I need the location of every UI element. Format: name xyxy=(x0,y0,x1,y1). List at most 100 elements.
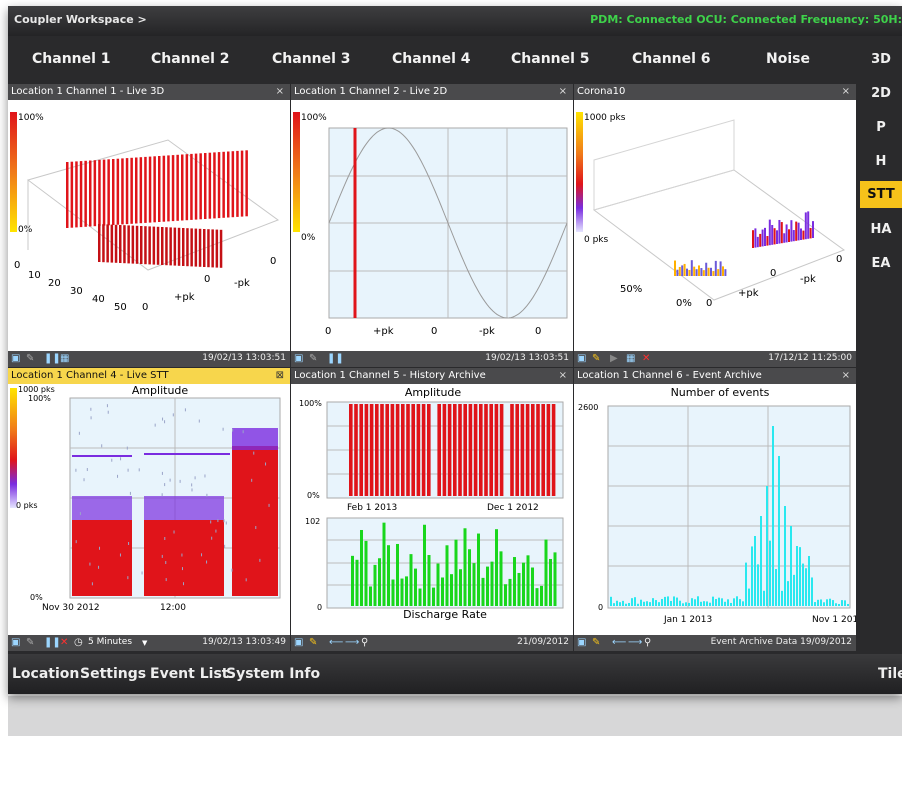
tab-channel-5[interactable]: Channel 5 xyxy=(511,51,590,67)
screen-icon[interactable]: ▣ xyxy=(577,638,588,648)
tab-channel-4[interactable]: Channel 4 xyxy=(392,51,471,67)
view-ha-button[interactable]: HA xyxy=(860,216,902,243)
stt-violet-band xyxy=(232,428,278,450)
event-bar xyxy=(664,596,666,606)
chart-title: Amplitude xyxy=(405,386,462,399)
arrow-left-icon[interactable]: ⟵ xyxy=(612,638,626,648)
zoom-icon[interactable]: ⚲ xyxy=(644,638,655,648)
discharge-bar xyxy=(553,552,557,606)
panel-header: Location 1 Channel 2 - Live 2D × xyxy=(291,84,573,100)
view-h-button[interactable]: H xyxy=(860,148,902,175)
tools-icon[interactable]: ✎ xyxy=(592,638,603,648)
screen-icon[interactable]: ▣ xyxy=(11,354,22,364)
menu-system-info[interactable]: System Info xyxy=(226,666,320,682)
stt-dot xyxy=(223,519,225,523)
x-end-label: Dec 1 2012 xyxy=(487,503,539,513)
view-2d-button[interactable]: 2D xyxy=(860,80,902,107)
pause-icon[interactable]: ❚❚ xyxy=(327,354,344,364)
event-bar xyxy=(637,603,639,606)
tab-noise[interactable]: Noise xyxy=(766,51,810,67)
grid-icon[interactable]: ▦ xyxy=(626,354,637,364)
tab-channel-3[interactable]: Channel 3 xyxy=(272,51,351,67)
screen-icon[interactable]: ▣ xyxy=(577,354,588,364)
screen-icon[interactable]: ▣ xyxy=(11,638,22,648)
discharge-bar xyxy=(450,574,453,606)
tab-channel-6[interactable]: Channel 6 xyxy=(632,51,711,67)
bar-3d xyxy=(106,224,109,263)
arrow-right-icon[interactable]: ⟶ xyxy=(628,638,642,648)
bar-3d xyxy=(245,150,248,217)
screen-icon[interactable]: ▣ xyxy=(294,638,305,648)
stt-dot xyxy=(245,578,247,582)
event-bar xyxy=(619,602,621,606)
bar-3d xyxy=(114,224,118,263)
chevron-down-icon[interactable]: ▼ xyxy=(142,639,147,647)
event-bar xyxy=(730,602,732,606)
event-bar xyxy=(832,600,834,606)
screen-icon[interactable]: ▣ xyxy=(294,354,305,364)
floor-label: +pk xyxy=(738,288,759,299)
workspace-breadcrumb[interactable]: Coupler Workspace > xyxy=(14,13,147,26)
grid-icon[interactable]: ▦ xyxy=(60,354,71,364)
arrow-right-icon[interactable]: ⟶ xyxy=(345,638,359,648)
time-window-dropdown[interactable]: 5 Minutes xyxy=(88,637,132,647)
panel-title: Location 1 Channel 2 - Live 2D xyxy=(294,86,448,97)
stt-dot xyxy=(173,530,175,534)
amplitude-bar xyxy=(380,404,384,496)
zoom-icon[interactable]: ⚲ xyxy=(361,638,372,648)
maximize-icon[interactable]: ⊠ xyxy=(276,368,284,384)
close-icon[interactable]: × xyxy=(559,84,567,100)
close-icon[interactable]: × xyxy=(559,368,567,384)
discharge-bar xyxy=(540,585,543,606)
tab-channel-2[interactable]: Channel 2 xyxy=(151,51,230,67)
menu-settings[interactable]: Settings xyxy=(80,666,146,682)
corona-bar xyxy=(795,221,798,241)
stt-violet-band xyxy=(72,496,132,520)
tab-channel-1[interactable]: Channel 1 xyxy=(32,51,111,67)
event-bar xyxy=(805,568,807,606)
menu-event-list[interactable]: Event List xyxy=(150,666,228,682)
close-icon[interactable]: × xyxy=(276,84,284,100)
bar-3d xyxy=(127,225,130,264)
event-bar xyxy=(724,601,726,606)
view-p-button[interactable]: P xyxy=(860,114,902,141)
stt-dot xyxy=(154,423,156,427)
corona-bar xyxy=(714,260,717,276)
delete-icon[interactable]: ✕ xyxy=(60,638,71,648)
arrow-left-icon[interactable]: ⟵ xyxy=(329,638,343,648)
event-bar xyxy=(613,603,615,606)
panel-live-2d: Location 1 Channel 2 - Live 2D × 100% 0% … xyxy=(291,84,573,367)
play-icon[interactable]: ▶ xyxy=(610,354,621,364)
event-bar xyxy=(673,596,675,606)
tools-icon[interactable]: ✎ xyxy=(26,638,37,648)
bar-3d xyxy=(215,229,219,268)
pause-icon[interactable]: ❚❚ xyxy=(44,354,61,364)
live-3d-plot: 100% 0% 0 10 20 30 40 50 0 +pk 0 -pk 0 xyxy=(10,112,280,313)
pause-icon[interactable]: ❚❚ xyxy=(44,638,61,648)
stt-dot xyxy=(86,468,88,472)
menu-tile[interactable]: Tile xyxy=(878,666,902,682)
bar-3d xyxy=(231,151,235,218)
event-bar xyxy=(829,598,831,606)
plot-area xyxy=(607,405,851,609)
tools-icon[interactable]: ✎ xyxy=(309,638,320,648)
view-stt-button[interactable]: STT xyxy=(860,181,902,208)
corona-bar xyxy=(707,267,710,276)
tools-icon[interactable]: ✎ xyxy=(592,354,603,364)
amplitude-bar xyxy=(551,404,556,496)
chart2-title: Discharge Rate xyxy=(403,608,487,621)
tools-icon[interactable]: ✎ xyxy=(26,354,37,364)
corona-bar xyxy=(804,212,807,240)
stt-dot xyxy=(183,582,185,586)
amplitude-bar xyxy=(437,404,441,496)
depth-tick: 0% xyxy=(676,298,692,309)
close-icon[interactable]: × xyxy=(842,84,850,100)
menu-location[interactable]: Location xyxy=(12,666,79,682)
delete-icon[interactable]: ✕ xyxy=(642,354,653,364)
stt-red-band xyxy=(232,446,278,596)
view-3d-button[interactable]: 3D xyxy=(860,46,902,73)
tools-icon[interactable]: ✎ xyxy=(309,354,320,364)
view-ea-button[interactable]: EA xyxy=(860,250,902,277)
stt-dot xyxy=(217,519,219,523)
close-icon[interactable]: × xyxy=(842,368,850,384)
